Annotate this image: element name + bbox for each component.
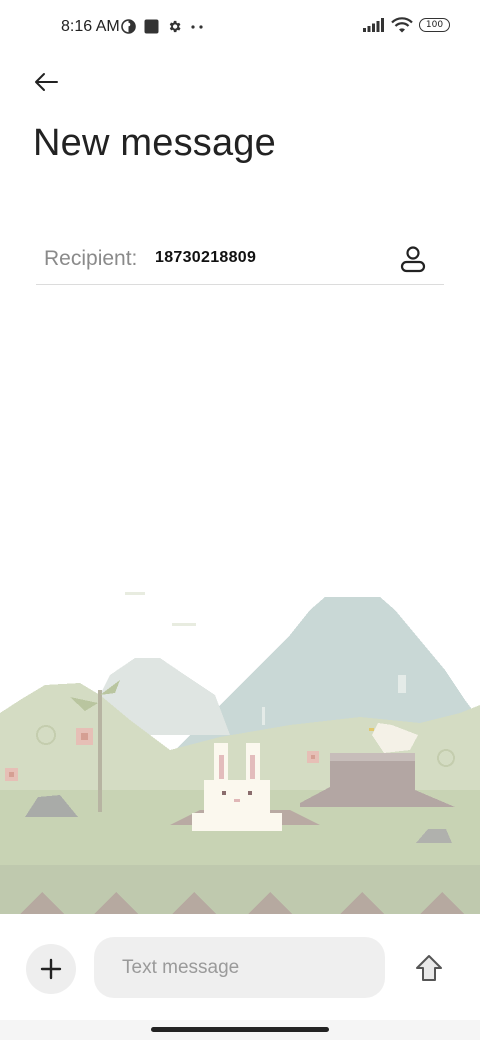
send-button[interactable] bbox=[410, 948, 448, 988]
vpn-icon bbox=[121, 19, 136, 34]
status-right-icons: 100 bbox=[363, 17, 450, 33]
page-title: New message bbox=[33, 122, 276, 164]
status-bar: 8:16 AM 100 bbox=[0, 0, 480, 56]
wifi-icon bbox=[391, 17, 413, 33]
arrow-left-icon bbox=[35, 73, 58, 91]
plus-icon bbox=[40, 958, 62, 980]
signal-icon bbox=[363, 18, 384, 32]
back-button[interactable] bbox=[28, 64, 64, 100]
status-time: 8:16 AM bbox=[61, 18, 120, 35]
recipient-field[interactable]: Recipient: 18730218809 bbox=[36, 232, 444, 285]
send-arrow-icon bbox=[416, 955, 442, 981]
more-dots-icon bbox=[191, 24, 203, 29]
add-attachment-button[interactable] bbox=[26, 944, 76, 994]
plant bbox=[98, 690, 102, 812]
battery-icon: 100 bbox=[419, 18, 450, 32]
background-illustration bbox=[0, 592, 480, 914]
person-icon bbox=[400, 246, 426, 273]
navigation-bar bbox=[0, 1020, 480, 1040]
battery-level: 100 bbox=[425, 20, 444, 30]
status-left-icons bbox=[121, 19, 204, 34]
home-indicator[interactable] bbox=[151, 1027, 329, 1032]
composer-bar bbox=[0, 914, 480, 1020]
message-input[interactable] bbox=[94, 937, 385, 998]
gear-icon bbox=[169, 20, 181, 33]
recipient-label: Recipient: bbox=[44, 247, 138, 270]
recipient-value[interactable]: 18730218809 bbox=[155, 249, 256, 267]
contact-picker-button[interactable] bbox=[398, 244, 428, 274]
square-icon bbox=[144, 19, 159, 34]
